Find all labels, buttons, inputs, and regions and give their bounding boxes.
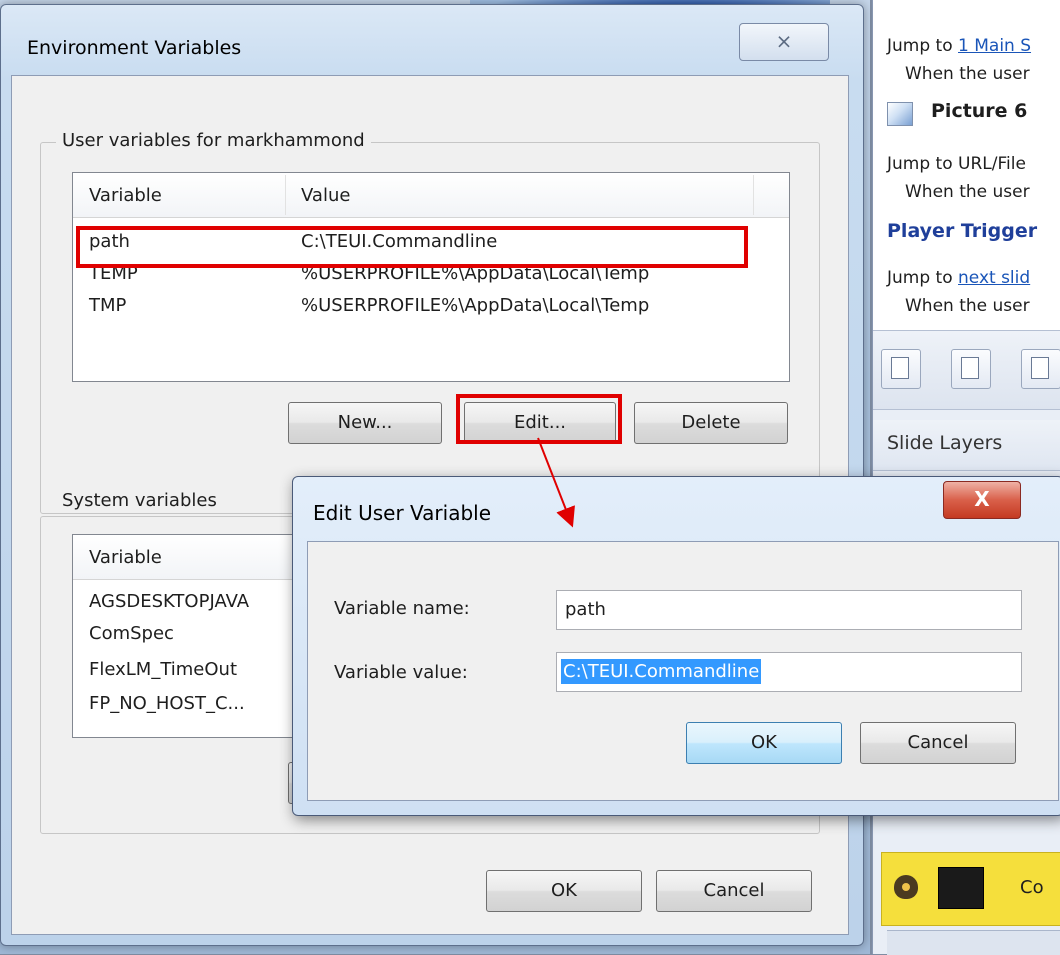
table-row[interactable]: TMP %USERPROFILE%\AppData\Local\Temp <box>73 295 789 323</box>
row-value: %USERPROFILE%\AppData\Local\Temp <box>301 295 650 316</box>
highlight-path-row <box>76 226 748 268</box>
trigger-condition: When the user <box>905 296 1030 316</box>
trigger-action: Jump to <box>887 36 953 56</box>
trigger-link[interactable]: next slid <box>958 268 1030 288</box>
layer-name: Co <box>1020 877 1044 898</box>
variable-name-input[interactable]: path <box>556 590 1022 630</box>
dialog-ok-button[interactable]: OK <box>686 722 842 764</box>
eye-icon[interactable] <box>894 875 918 899</box>
triggers-list: Jump to 1 Main S When the user Picture 6… <box>873 0 1060 330</box>
user-variables-label: User variables for markhammond <box>56 130 371 151</box>
variable-value-label: Variable value: <box>334 662 468 683</box>
trigger-jump-2[interactable]: Jump to next slid <box>887 268 1030 288</box>
slide-layers-title: Slide Layers <box>887 432 1003 454</box>
system-variables-label: System variables <box>56 490 223 511</box>
edit-trigger-button[interactable] <box>951 349 991 389</box>
close-button[interactable]: ⨯ <box>739 23 829 61</box>
column-value[interactable]: Value <box>301 185 350 206</box>
trigger-condition: When the user <box>905 182 1030 202</box>
cancel-button[interactable]: Cancel <box>656 870 812 912</box>
edit-page-icon <box>961 357 979 379</box>
layers-toolbar <box>887 930 1060 955</box>
trigger-jump-url[interactable]: Jump to URL/File <box>887 154 1026 174</box>
row-variable: FP_NO_HOST_C... <box>89 693 245 714</box>
dialog-close-button[interactable]: X <box>943 481 1021 519</box>
user-variables-list[interactable]: Variable Value path C:\TEUI.Commandline … <box>72 172 790 382</box>
new-trigger-button[interactable] <box>881 349 921 389</box>
trigger-jump-1[interactable]: Jump to 1 Main S <box>887 36 1031 56</box>
window-title: Environment Variables <box>27 37 242 59</box>
layer-thumbnail <box>938 867 984 909</box>
dialog-body: Variable name: path Variable value: C:\T… <box>307 541 1059 801</box>
column-variable[interactable]: Variable <box>89 547 162 568</box>
ok-button[interactable]: OK <box>486 870 642 912</box>
variable-value-input[interactable]: C:\TEUI.Commandline <box>556 652 1022 692</box>
trigger-action: Jump to <box>887 268 953 288</box>
delete-button[interactable]: Delete <box>634 402 788 444</box>
column-variable[interactable]: Variable <box>89 185 162 206</box>
row-variable: ComSpec <box>89 623 174 644</box>
new-button[interactable]: New... <box>288 402 442 444</box>
column-separator <box>285 175 286 215</box>
edit-user-variable-dialog: Edit User Variable X Variable name: path… <box>292 476 1060 816</box>
variable-name-label: Variable name: <box>334 598 470 619</box>
row-variable: FlexLM_TimeOut <box>89 659 238 680</box>
variable-name-value: path <box>565 599 606 620</box>
list-header: Variable Value <box>73 173 789 218</box>
row-variable: AGSDESKTOPJAVA <box>89 591 250 612</box>
object-title: Picture 6 <box>931 100 1028 122</box>
dialog-title: Edit User Variable <box>313 501 492 525</box>
layer-item[interactable]: Co <box>881 852 1060 926</box>
player-trigger-heading: Player Trigger <box>887 220 1038 242</box>
copy-icon <box>1031 357 1049 379</box>
slide-layers-header: Slide Layers <box>873 420 1060 471</box>
variable-value-selected-text: C:\TEUI.Commandline <box>561 659 762 684</box>
column-separator <box>753 175 754 215</box>
picture-icon <box>887 102 913 126</box>
trigger-link[interactable]: 1 Main S <box>958 36 1031 56</box>
highlight-edit-button <box>456 394 622 444</box>
row-variable: TMP <box>89 295 127 316</box>
trigger-condition: When the user <box>905 64 1030 84</box>
dialog-cancel-button[interactable]: Cancel <box>860 722 1016 764</box>
triggers-toolbar <box>873 330 1060 410</box>
copy-trigger-button[interactable] <box>1021 349 1060 389</box>
new-page-icon <box>891 357 909 379</box>
